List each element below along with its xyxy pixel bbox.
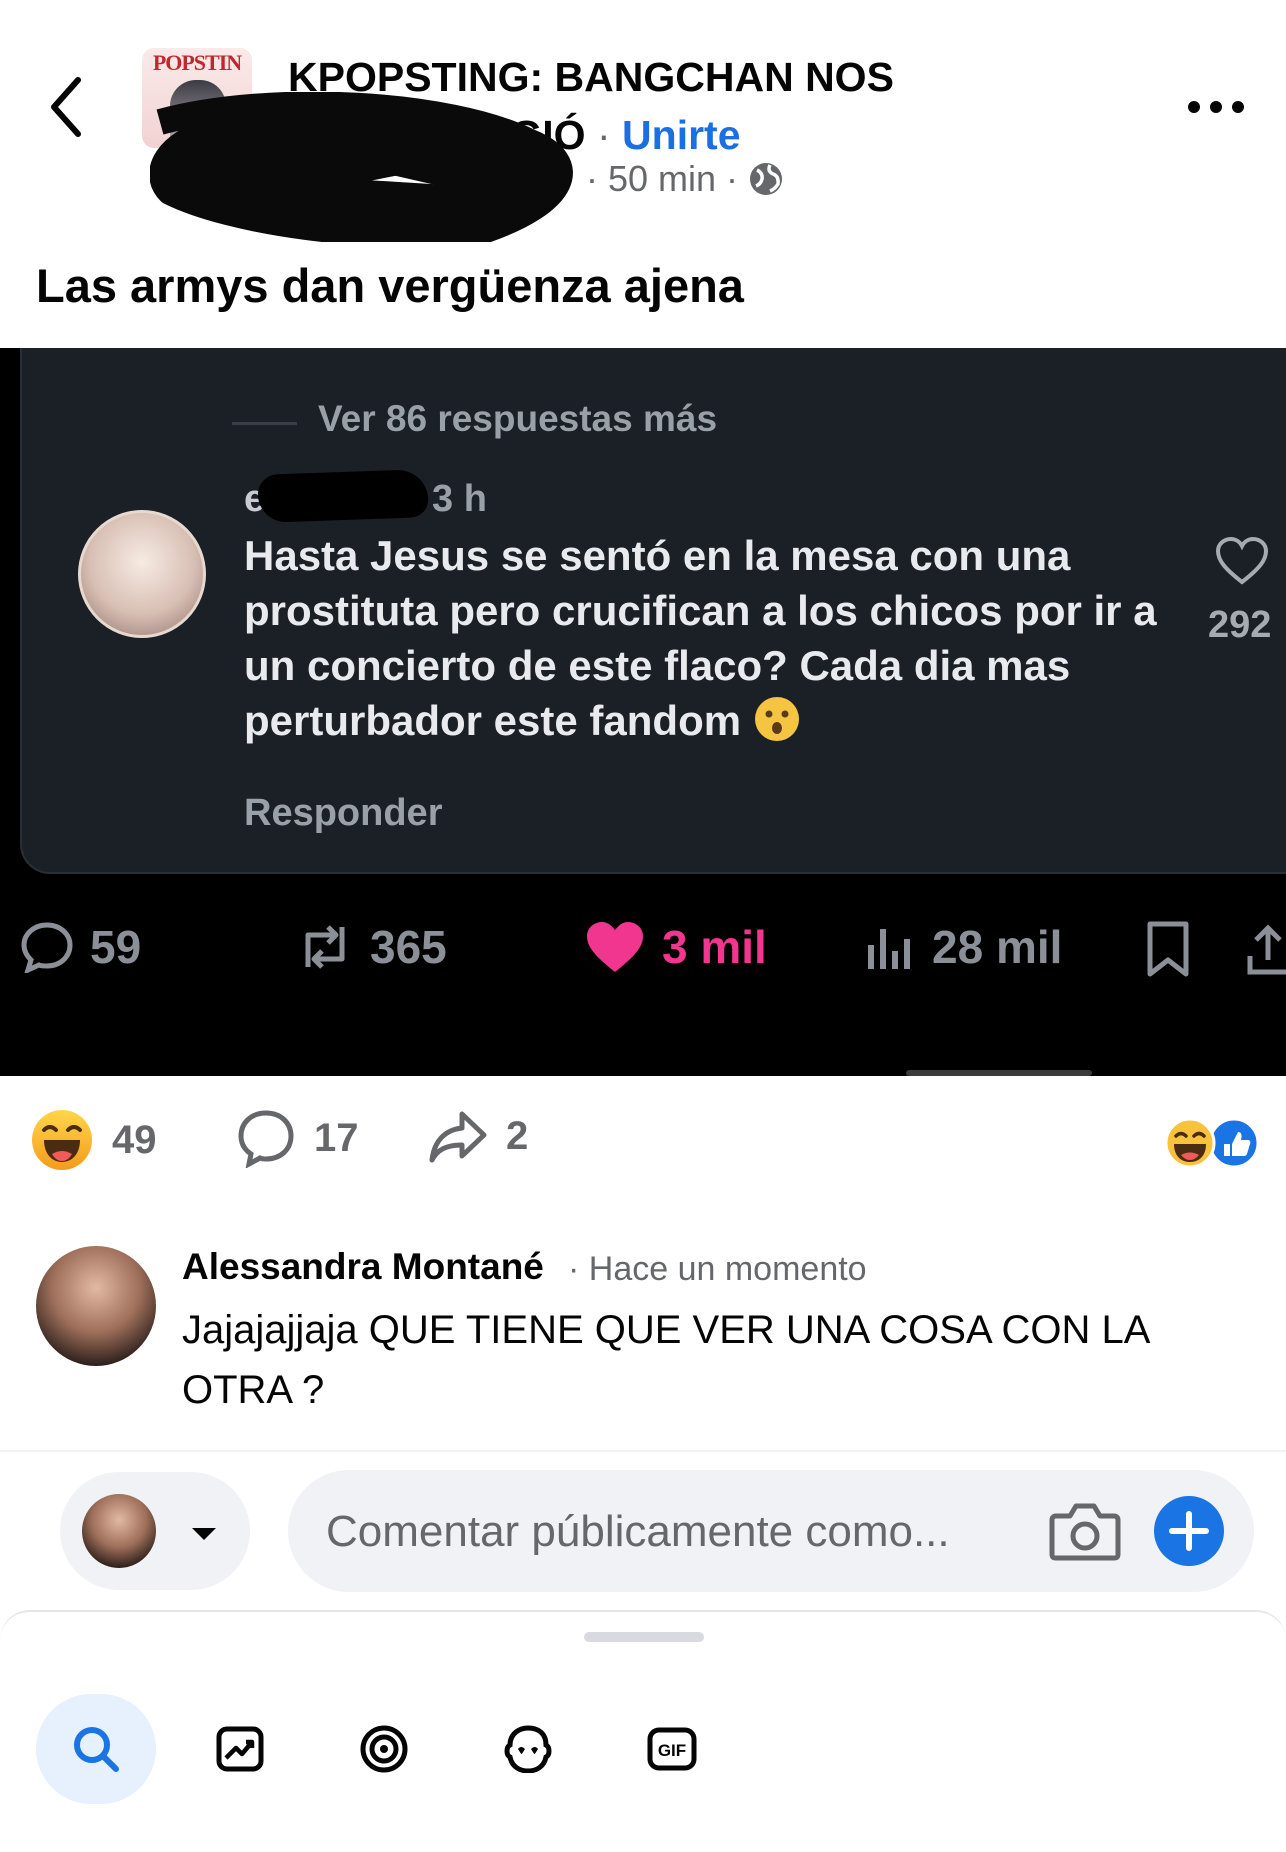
commenter-avatar[interactable] xyxy=(36,1246,156,1366)
embedded-comment-body: Hasta Jesus se sentó en la mesa con una … xyxy=(244,532,1157,744)
embedded-comment-text: Hasta Jesus se sentó en la mesa con una … xyxy=(244,528,1164,748)
reply-link: Responder xyxy=(244,792,443,834)
group-avatar-logo: POPSTIN xyxy=(152,50,242,75)
home-indicator xyxy=(906,1070,1092,1076)
post-text: Las armys dan vergüenza ajena xyxy=(36,259,744,312)
embedded-replies-stat: 59 xyxy=(20,920,141,974)
shares-count: 2 xyxy=(506,1113,529,1158)
camera-icon[interactable] xyxy=(1048,1498,1122,1564)
gif-label: GIF xyxy=(658,1741,686,1760)
sticker-icon xyxy=(360,1725,408,1773)
plus-icon xyxy=(1169,1511,1209,1551)
comment-button[interactable]: 17 xyxy=(236,1108,359,1168)
embedded-comment-avatar xyxy=(78,510,206,638)
sticker-tool-button[interactable] xyxy=(324,1694,444,1804)
heart-filled-icon xyxy=(587,922,643,972)
image-tool-button[interactable] xyxy=(180,1694,300,1804)
reaction-summary-icons[interactable] xyxy=(1160,1114,1260,1172)
comment-text: Jajajajjaja QUE TIENE QUE VER UNA COSA C… xyxy=(182,1308,1149,1412)
shocked-face-icon xyxy=(754,697,799,741)
replies-count: 59 xyxy=(90,921,142,973)
laughing-face-icon xyxy=(32,1110,92,1170)
more-replies-text: Ver 86 respuestas más xyxy=(318,398,718,439)
redaction-scribble xyxy=(150,92,573,242)
reaction-laugh-button[interactable]: 49 xyxy=(30,1108,157,1172)
repost-icon xyxy=(305,925,345,969)
embedded-comment-time: 3 h xyxy=(432,478,487,520)
comment-bubble-icon xyxy=(238,1110,294,1168)
embedded-views-stat: 28 mil xyxy=(864,920,1062,974)
laugh-count: 49 xyxy=(112,1117,157,1162)
divider xyxy=(0,1450,1286,1452)
gif-icon: GIF xyxy=(647,1727,697,1771)
more-options-icon[interactable] xyxy=(1184,92,1248,122)
avatar-sticker-icon xyxy=(504,1725,552,1773)
embedded-comment-card: Ver 86 respuestas más es 3 h Hasta Jesus… xyxy=(20,348,1286,874)
share-upload-icon xyxy=(1247,924,1286,975)
share-arrow-icon xyxy=(429,1111,487,1163)
views-chart-icon xyxy=(868,929,910,969)
share-button[interactable]: 2 xyxy=(428,1108,528,1164)
account-switcher[interactable] xyxy=(60,1472,250,1590)
post-time: · 50 min · xyxy=(586,158,739,199)
views-count: 28 mil xyxy=(932,921,1063,973)
attachment-sheet: GIF xyxy=(0,1610,1286,1852)
reactions-bar: 49 17 2 xyxy=(30,1108,1260,1180)
likes-count: 3 mil xyxy=(662,921,767,973)
add-attachment-button[interactable] xyxy=(1154,1496,1224,1566)
comments-count: 17 xyxy=(314,1115,359,1160)
caret-down-icon xyxy=(192,1528,216,1540)
embedded-comment-likes: 292 xyxy=(1208,604,1272,646)
heart-outline-icon xyxy=(1215,536,1269,585)
avatar-sticker-tool-button[interactable] xyxy=(468,1694,588,1804)
embedded-reposts-stat: 365 xyxy=(296,920,447,974)
bookmark-icon xyxy=(1147,921,1189,977)
embedded-bookmark-stat xyxy=(1144,920,1192,978)
comment-time: · Hace un momento xyxy=(568,1250,867,1288)
search-tool-button[interactable] xyxy=(36,1694,156,1804)
post-image[interactable]: Ver 86 respuestas más es 3 h Hasta Jesus… xyxy=(0,348,1286,1076)
reply-bubble-icon xyxy=(21,922,73,973)
back-chevron-icon[interactable] xyxy=(44,72,94,142)
thread-line xyxy=(232,422,297,425)
image-icon xyxy=(216,1726,264,1772)
search-icon xyxy=(74,1727,119,1772)
username-redaction xyxy=(257,469,429,523)
comment-input[interactable] xyxy=(324,1470,1028,1594)
embedded-share-stat xyxy=(1244,920,1286,978)
join-group-link[interactable]: Unirte xyxy=(622,112,740,158)
sheet-grabber[interactable] xyxy=(584,1632,704,1642)
commenter-name[interactable]: Alessandra Montané xyxy=(182,1246,544,1288)
comment-composer xyxy=(288,1470,1254,1594)
globe-icon xyxy=(750,163,783,195)
post-meta: · 50 min · xyxy=(586,158,784,200)
embedded-likes-stat: 3 mil xyxy=(584,920,767,974)
gif-tool-button[interactable]: GIF xyxy=(612,1694,732,1804)
reposts-count: 365 xyxy=(370,921,447,973)
separator-dot: · xyxy=(596,112,611,158)
my-avatar xyxy=(82,1494,156,1568)
